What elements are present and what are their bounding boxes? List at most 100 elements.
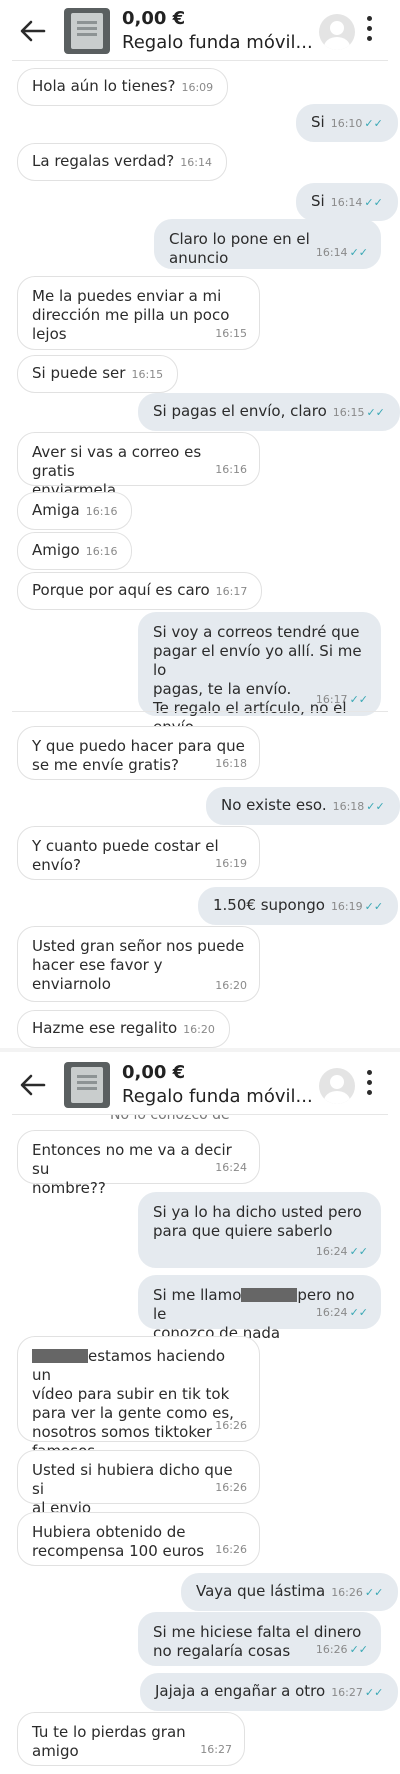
- message-time: 16:10: [330, 117, 363, 130]
- message-text: Y cuanto puede costar el envío?: [32, 837, 219, 874]
- message-time: 16:17: [315, 693, 348, 706]
- message-time: 16:19: [330, 900, 363, 913]
- message-time: 16:14: [315, 246, 348, 259]
- item-thumbnail[interactable]: [64, 8, 110, 54]
- message-incoming[interactable]: Tu te lo pierdas gran amigo 16:27: [17, 1712, 245, 1766]
- more-vertical-icon[interactable]: [364, 16, 374, 46]
- message-text: Y que puedo hacer para que se me envíe g…: [32, 737, 245, 774]
- message-incoming[interactable]: La regalas verdad? 16:14: [17, 143, 227, 181]
- message-outgoing[interactable]: Si voy a correos tendré que pagar el env…: [138, 612, 381, 736]
- message-text: Hazme ese regalito: [32, 1019, 178, 1037]
- message-outgoing[interactable]: Jajaja a engañar a otro 16:27 ✓✓: [140, 1673, 399, 1711]
- message-incoming[interactable]: estamos haciendo un vídeo para subir en …: [17, 1336, 260, 1460]
- message-incoming[interactable]: Me la puedes enviar a mi dirección me pi…: [17, 276, 260, 350]
- more-vertical-icon[interactable]: [364, 1070, 374, 1100]
- arrow-left-icon[interactable]: [18, 16, 48, 46]
- message-outgoing[interactable]: Si me hiciese falta el dinero no regalar…: [138, 1612, 381, 1666]
- message-text: Vaya que lástima: [196, 1582, 326, 1600]
- message-text: Si puede ser: [32, 364, 126, 382]
- message-time: 16:26: [331, 1586, 363, 1599]
- message-text: Si: [311, 192, 325, 210]
- redacted-name: [241, 1288, 298, 1302]
- redacted-name: [32, 1349, 88, 1363]
- message-incoming[interactable]: Aver si vas a correo es gratis enviarmel…: [17, 432, 260, 499]
- message-incoming[interactable]: Amigo 16:16: [17, 532, 133, 570]
- message-text: La regalas verdad?: [32, 152, 175, 170]
- message-time: 16:24: [315, 1245, 348, 1258]
- message-time: 16:16: [85, 545, 118, 558]
- double-check-icon: ✓✓: [364, 196, 383, 209]
- message-incoming[interactable]: Usted si hubiera dicho que si al envio 1…: [17, 1450, 260, 1517]
- message-incoming[interactable]: Y cuanto puede costar el envío? 16:19: [17, 826, 260, 880]
- message-time: 16:27: [331, 1686, 363, 1699]
- message-time: 16:19: [215, 857, 247, 870]
- message-time: 16:27: [200, 1743, 232, 1756]
- message-outgoing[interactable]: Si 16:10 ✓✓: [296, 104, 398, 142]
- screenshot-separator: [0, 1048, 400, 1052]
- message-text: Me la puedes enviar a mi dirección me pi…: [32, 287, 230, 343]
- message-text: Si pagas el envío, claro: [153, 402, 327, 420]
- double-check-icon: ✓✓: [349, 1245, 368, 1258]
- message-incoming[interactable]: Entonces no me va a decir su nombre?? 16…: [17, 1130, 260, 1197]
- message-text: estamos haciendo un vídeo para subir en …: [32, 1347, 234, 1460]
- arrow-left-icon[interactable]: [18, 1070, 48, 1100]
- message-text: No existe eso.: [221, 796, 327, 814]
- message-time: 16:16: [215, 463, 247, 476]
- message-time: 16:20: [183, 1023, 215, 1036]
- message-time: 16:20: [215, 979, 247, 992]
- divider: [12, 711, 388, 712]
- message-time: 16:18: [215, 757, 247, 770]
- message-incoming[interactable]: Usted gran señor nos puede hacer ese fav…: [17, 926, 260, 1002]
- chat-header: 0,00 € Regalo funda móvil...: [0, 1054, 400, 1114]
- message-incoming[interactable]: Hazme ese regalito 16:20: [17, 1010, 230, 1048]
- message-time: 16:26: [215, 1481, 247, 1494]
- message-incoming[interactable]: Hubiera obtenido de recompensa 100 euros…: [17, 1512, 260, 1566]
- double-check-icon: ✓✓: [349, 1643, 368, 1656]
- message-incoming[interactable]: Hola aún lo tienes? 16:09: [17, 68, 229, 106]
- message-outgoing[interactable]: No existe eso. 16:18 ✓✓: [206, 787, 400, 825]
- message-time: 16:17: [215, 585, 248, 598]
- message-outgoing[interactable]: Si me llamo pero no le conozco de nada 16…: [138, 1275, 381, 1342]
- message-time: 16:26: [215, 1543, 247, 1556]
- message-text: 1.50€ supongo: [213, 896, 325, 914]
- message-outgoing[interactable]: Si 16:14 ✓✓: [296, 183, 398, 221]
- message-text: Usted gran señor nos puede hacer ese fav…: [32, 937, 245, 993]
- message-outgoing[interactable]: 1.50€ supongo 16:19 ✓✓: [198, 887, 399, 925]
- message-incoming[interactable]: Si puede ser 16:15: [17, 355, 179, 393]
- item-price: 0,00 €: [122, 1062, 186, 1083]
- message-time: 16:18: [332, 800, 365, 813]
- message-outgoing[interactable]: Claro lo pone en el anuncio 16:14 ✓✓: [154, 219, 381, 269]
- message-text: Si ya lo ha dicho usted pero para que qu…: [153, 1203, 362, 1240]
- double-check-icon: ✓✓: [349, 1306, 368, 1319]
- message-text: Si voy a correos tendré que pagar el env…: [153, 623, 362, 736]
- message-outgoing[interactable]: Vaya que lástima 16:26 ✓✓: [181, 1573, 399, 1611]
- message-time: 16:26: [215, 1419, 247, 1432]
- user-avatar-icon[interactable]: [319, 14, 355, 50]
- message-incoming[interactable]: Y que puedo hacer para que se me envíe g…: [17, 726, 260, 780]
- message-incoming[interactable]: Amiga 16:16: [17, 492, 133, 530]
- message-text: Usted si hubiera dicho que si al envio: [32, 1461, 233, 1517]
- double-check-icon: ✓✓: [366, 406, 385, 419]
- message-outgoing[interactable]: Si ya lo ha dicho usted pero para que qu…: [138, 1192, 381, 1268]
- message-time: 16:14: [180, 156, 212, 169]
- message-time: 16:15: [131, 368, 164, 381]
- message-text: Si me llamo: [153, 1286, 242, 1304]
- item-thumbnail[interactable]: [64, 1062, 110, 1108]
- message-time: 16:15: [332, 406, 365, 419]
- message-time: 16:26: [315, 1643, 348, 1656]
- message-text: Jajaja a engañar a otro: [155, 1682, 326, 1700]
- message-text: Porque por aquí es caro: [32, 581, 210, 599]
- item-title[interactable]: Regalo funda móvil...: [122, 1086, 313, 1107]
- message-text: Amigo: [32, 541, 80, 559]
- message-text: Entonces no me va a decir su nombre??: [32, 1141, 232, 1197]
- item-title[interactable]: Regalo funda móvil...: [122, 32, 313, 53]
- double-check-icon: ✓✓: [349, 246, 368, 259]
- message-time: 16:14: [330, 196, 363, 209]
- message-time: 16:16: [85, 505, 118, 518]
- user-avatar-icon[interactable]: [319, 1068, 355, 1104]
- message-outgoing[interactable]: Si pagas el envío, claro 16:15 ✓✓: [138, 393, 400, 431]
- double-check-icon: ✓✓: [364, 1586, 384, 1599]
- double-check-icon: ✓✓: [349, 693, 368, 706]
- message-incoming[interactable]: Porque por aquí es caro 16:17: [17, 572, 263, 610]
- double-check-icon: ✓✓: [366, 800, 385, 813]
